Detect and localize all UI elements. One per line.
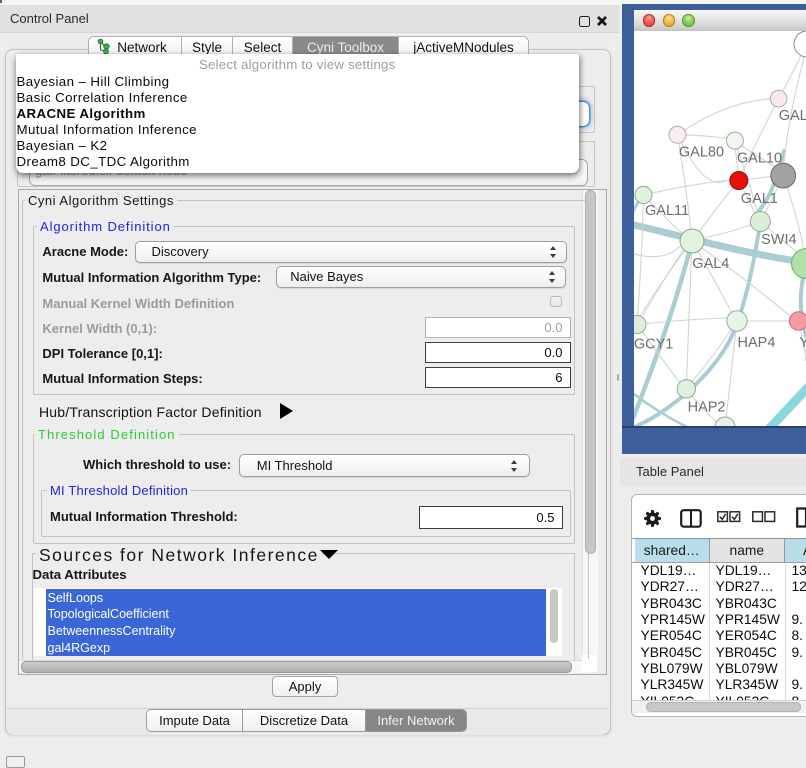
svg-text:GCY1: GCY1: [634, 337, 673, 353]
svg-text:GAL11: GAL11: [645, 203, 689, 219]
svg-text:HAP4: HAP4: [738, 335, 776, 351]
svg-text:GAL80: GAL80: [679, 145, 724, 161]
svg-text:GAL7: GAL7: [779, 108, 806, 124]
svg-text:GAL1: GAL1: [741, 191, 778, 207]
svg-text:GAL10: GAL10: [737, 151, 782, 167]
svg-text:GAL4: GAL4: [692, 256, 729, 272]
svg-text:Y: Y: [799, 335, 806, 351]
svg-text:HAP2: HAP2: [688, 400, 726, 416]
svg-text:SWI4: SWI4: [761, 232, 796, 248]
